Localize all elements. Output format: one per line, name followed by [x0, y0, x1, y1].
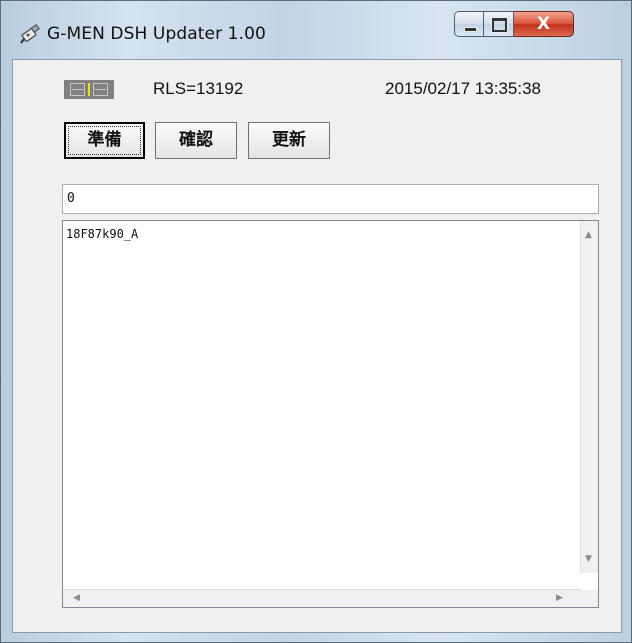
- app-window: G-MEN DSH Updater 1.00 X RLS=13192 2015/…: [0, 0, 632, 643]
- value-input[interactable]: 0: [62, 184, 599, 214]
- scroll-down-arrow-icon[interactable]: ▼: [585, 555, 592, 564]
- confirm-button[interactable]: 確認: [155, 122, 237, 159]
- minimize-button[interactable]: [454, 11, 484, 37]
- vertical-scrollbar[interactable]: ▲ ▼: [580, 221, 598, 573]
- horizontal-scrollbar[interactable]: ◀ ▶: [63, 589, 581, 607]
- scroll-left-arrow-icon[interactable]: ◀: [73, 594, 80, 603]
- update-button[interactable]: 更新: [248, 122, 330, 159]
- status-led-indicator: [64, 80, 114, 99]
- prepare-button[interactable]: 準備: [64, 122, 145, 159]
- scroll-right-arrow-icon[interactable]: ▶: [556, 594, 563, 603]
- log-line: 18F87k90_A: [66, 227, 139, 241]
- led-active-bar: [88, 83, 90, 96]
- scrollbar-corner: [581, 590, 598, 607]
- minimize-icon: [464, 27, 477, 32]
- close-button[interactable]: X: [514, 11, 574, 37]
- maximize-button[interactable]: [484, 11, 514, 37]
- client-area: RLS=13192 2015/02/17 13:35:38 準備 確認 更新 0…: [12, 59, 622, 633]
- window-title: G-MEN DSH Updater 1.00: [47, 24, 266, 44]
- close-icon: X: [536, 14, 551, 34]
- maximize-icon: [492, 18, 507, 32]
- led-left-segment: [70, 83, 85, 96]
- log-listbox[interactable]: 18F87k90_A ▲ ▼ ◀ ▶: [62, 220, 599, 608]
- title-bar[interactable]: G-MEN DSH Updater 1.00 X: [1, 1, 631, 45]
- usb-plug-icon[interactable]: [20, 23, 42, 45]
- scroll-up-arrow-icon[interactable]: ▲: [585, 231, 592, 240]
- led-right-segment: [93, 83, 108, 96]
- datetime-label: 2015/02/17 13:35:38: [385, 79, 541, 98]
- rls-label: RLS=13192: [153, 79, 244, 98]
- caption-buttons: X: [454, 11, 574, 38]
